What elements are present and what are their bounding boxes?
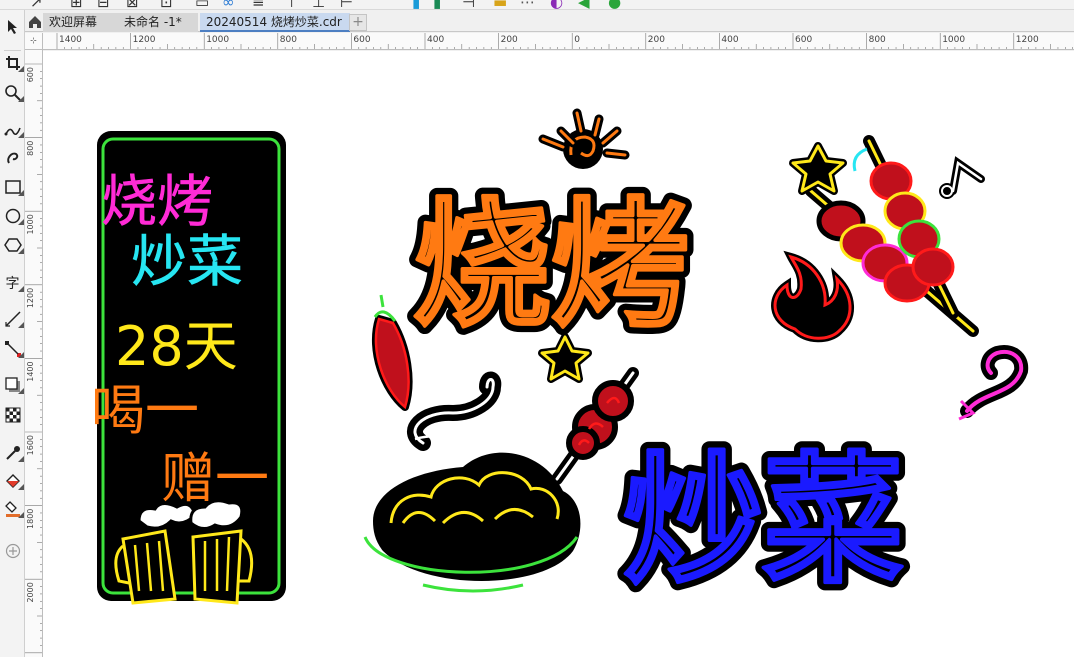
ruler-h-label: 200 (648, 35, 665, 45)
ruler-h-label: 400 (427, 35, 444, 45)
transparency-tool[interactable] (0, 404, 25, 426)
ruler-h-label: 1200 (1016, 35, 1039, 45)
tab-welcome-screen[interactable]: 欢迎屏幕 (43, 13, 125, 32)
rectangle-tool[interactable] (0, 176, 25, 198)
chili-pepper-icon (371, 294, 413, 411)
toolbar-icon-13[interactable]: ⊣ (462, 0, 475, 9)
toolbar-icon-3[interactable]: ⊠ (126, 0, 139, 9)
ruler-v-label: 2000 (26, 582, 35, 602)
eyedropper-tool[interactable] (0, 442, 25, 464)
drawing-canvas[interactable]: 烧烤 炒菜 28天 喝一 赠一 烧烤 烧烤 炒菜 炒菜 (43, 51, 1074, 657)
crop-tool[interactable] (0, 52, 25, 74)
tab-welcome-label: 欢迎屏幕 (49, 15, 98, 29)
ruler-origin[interactable]: ⊹ (25, 33, 43, 50)
ruler-h-label: 200 (501, 35, 518, 45)
pick-tool[interactable] (0, 16, 25, 38)
plus-icon: + (352, 14, 364, 30)
ruler-v-label: 1400 (26, 361, 35, 381)
ruler-h-label: 1000 (206, 35, 229, 45)
smart-fill-tool[interactable] (0, 498, 25, 520)
title-stirfry[interactable]: 炒菜 炒菜 (615, 432, 911, 611)
toolbar-icon-16[interactable]: ◐ (550, 0, 563, 9)
brush-stroke-icon (6, 152, 18, 164)
music-note-icon (939, 156, 985, 199)
toolbar-icon-17[interactable]: ◀ (578, 0, 590, 9)
ruler-h-label: 1000 (942, 35, 965, 45)
toolbar-icon-4[interactable]: ⊡ (160, 0, 173, 9)
toolbar-icon-15[interactable]: ⋯ (520, 0, 535, 9)
document-tab-bar: 欢迎屏幕 未命名 -1* 20240514 烧烤炒菜.cdr + (25, 12, 1074, 32)
food-bowl-icon (363, 371, 581, 593)
zoom-tool[interactable] (0, 82, 25, 104)
ruler-h-label: 0 (574, 35, 580, 45)
tab-untitled-label: 未命名 -1* (124, 15, 182, 29)
horizontal-ruler[interactable]: 1400 1200 1000 800 600 400 200 0 200 400 600 800 100… (43, 33, 1074, 50)
tab-active-document[interactable]: 20240514 烧烤炒菜.cdr (200, 13, 350, 32)
ruler-v-label: 1600 (26, 435, 35, 455)
toolbar-icon-8[interactable]: ⊤ (285, 0, 298, 9)
title-stirfry-neon: 炒菜 (623, 440, 903, 603)
star-icon (789, 142, 847, 195)
drop-shadow-tool[interactable] (0, 374, 25, 396)
toolbar-icon-2[interactable]: ⊟ (97, 0, 110, 9)
meatball-skewer-icon (551, 367, 639, 485)
text-tool[interactable]: 字 (0, 272, 25, 294)
vertical-ruler[interactable]: 600 800 1000 1200 1400 1600 1800 2000 (25, 50, 43, 657)
ruler-h-label: 600 (795, 35, 812, 45)
sun-burst-icon (538, 108, 630, 169)
ruler-h-label: 600 (353, 35, 370, 45)
toolbar-icon-10[interactable]: ⊢ (340, 0, 353, 9)
sign-line-4: 喝一 (91, 379, 199, 442)
sign-line-2: 炒菜 (131, 230, 243, 295)
tab-untitled[interactable]: 未命名 -1* (118, 13, 198, 32)
new-tab-button[interactable]: + (349, 14, 367, 31)
sign-line-3: 28天 (115, 315, 238, 378)
dimension-tool[interactable] (0, 308, 25, 330)
ruler-v-label: 1800 (26, 509, 35, 529)
ruler-h-label: 1400 (59, 35, 82, 45)
plus-circle-icon (5, 543, 20, 559)
shrimp-icon (958, 345, 1029, 421)
ruler-h-label: 800 (280, 35, 297, 45)
add-tool-button[interactable] (0, 540, 25, 562)
toolbar-icon-7[interactable]: ≡ (252, 0, 265, 9)
toolbar-icon-6[interactable]: ∞ (222, 0, 235, 9)
sign-line-1: 烧烤 (101, 170, 213, 235)
tab-active-label: 20240514 烧烤炒菜.cdr (206, 15, 342, 29)
ruler-v-label: 1200 (26, 288, 35, 308)
toolbar-icon-18[interactable]: ● (608, 0, 621, 9)
neon-artwork[interactable]: 烧烤 炒菜 28天 喝一 赠一 烧烤 烧烤 炒菜 炒菜 (43, 51, 1074, 657)
toolbar-icon-14[interactable]: ▬ (493, 0, 507, 9)
ruler-ticks-v: 600 800 1000 1200 1400 1600 1800 2000 (25, 63, 42, 654)
title-bbq[interactable]: 烧烤 烧烤 (405, 177, 697, 354)
ruler-h-label: 800 (869, 35, 886, 45)
ruler-v-label: 1000 (26, 214, 35, 234)
artistic-media-tool[interactable] (0, 146, 25, 168)
ruler-v-label: 600 (26, 67, 35, 82)
flame-icon (771, 250, 855, 343)
checkerboard-icon (5, 407, 20, 423)
ruler-v-label: 800 (26, 141, 35, 156)
connector-tool[interactable] (0, 338, 25, 360)
transform-icon[interactable]: ↗ (30, 0, 43, 9)
title-bbq-neon: 烧烤 (413, 185, 689, 346)
property-toolbar: ↗ ⊞ ⊟ ⊠ ⊡ ▭ ∞ ≡ ⊤ ⊥ ⊢ ▮ ▮ ⊣ ▬ ⋯ ◐ ◀ ● (0, 0, 1074, 10)
toolbar-icon-11[interactable]: ▮ (412, 0, 420, 9)
home-icon[interactable] (27, 14, 43, 30)
polygon-tool[interactable] (0, 234, 25, 256)
interactive-fill-tool[interactable] (0, 470, 25, 492)
ruler-h-label: 1200 (133, 35, 156, 45)
coreldraw-window: ↗ ⊞ ⊟ ⊠ ⊡ ▭ ∞ ≡ ⊤ ⊥ ⊢ ▮ ▮ ⊣ ▬ ⋯ ◐ ◀ ● 字 … (0, 0, 1074, 657)
toolbox: 字 (0, 10, 25, 657)
toolbar-icon-9[interactable]: ⊥ (312, 0, 325, 9)
ruler-ticks-h: 1400 1200 1000 800 600 400 200 0 200 400 600 800 100… (56, 33, 1073, 49)
pick-arrow-icon (7, 20, 17, 34)
toolbar-icon-1[interactable]: ⊞ (70, 0, 83, 9)
neon-sign-board[interactable]: 烧烤 炒菜 28天 喝一 赠一 (91, 131, 286, 605)
toolbar-icon-5[interactable]: ▭ (195, 0, 209, 9)
toolbar-icon-12[interactable]: ▮ (433, 0, 441, 9)
freehand-tool[interactable] (0, 118, 25, 140)
ellipse-tool[interactable] (0, 205, 25, 227)
ruler-h-label: 400 (721, 35, 738, 45)
